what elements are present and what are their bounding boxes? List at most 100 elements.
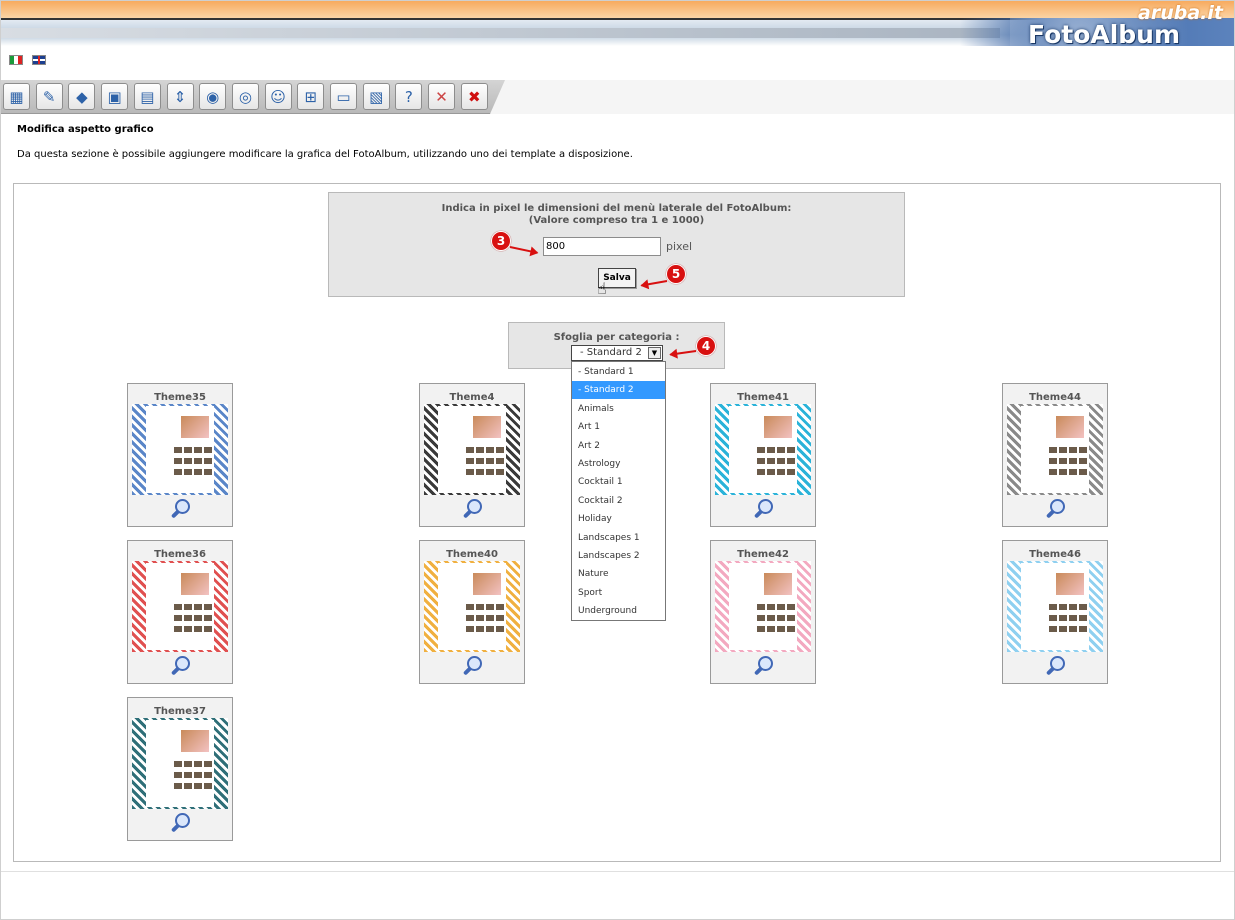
magnifier-icon[interactable] (752, 655, 774, 677)
category-option[interactable]: Holiday (572, 510, 665, 528)
menu-size-input[interactable] (543, 237, 661, 256)
category-option[interactable]: Sport (572, 584, 665, 602)
category-option[interactable]: Art 2 (572, 437, 665, 455)
theme-preview-image[interactable] (715, 404, 811, 495)
category-option[interactable]: Astrology (572, 455, 665, 473)
package-button[interactable]: ▧ (362, 83, 390, 110)
category-label: Sfoglia per categoria : (553, 332, 680, 343)
category-option[interactable]: Nature (572, 565, 665, 583)
preview-thumbnails (173, 603, 217, 636)
theme-name: Theme42 (737, 549, 789, 560)
annotation-marker-4: 4 (696, 336, 716, 356)
theme-card[interactable]: Theme4 (419, 383, 525, 527)
theme-preview-image[interactable] (424, 404, 520, 495)
category-option[interactable]: Art 1 (572, 418, 665, 436)
magnifier-icon[interactable] (1044, 498, 1066, 520)
category-option[interactable]: Cocktail 1 (572, 473, 665, 491)
preview-page (1021, 563, 1089, 650)
monitor-button[interactable]: ▭ (330, 83, 357, 110)
theme-preview-image[interactable] (132, 561, 228, 652)
app-title: FotoAlbum (1028, 20, 1181, 49)
section-description: Da questa sezione è possibile aggiungere… (17, 149, 633, 160)
preview-page (146, 720, 214, 807)
category-option[interactable]: Landscapes 1 (572, 529, 665, 547)
camera-add-button[interactable]: ◉ (199, 83, 227, 110)
theme-card[interactable]: Theme35 (127, 383, 233, 527)
preview-thumbnails (173, 446, 217, 479)
category-option[interactable]: - Standard 2 (572, 381, 665, 400)
calendar-button[interactable]: ▦ (3, 83, 30, 110)
header-banner: aruba.it FotoAlbum (0, 0, 1235, 49)
theme-card[interactable]: Theme37 (127, 697, 233, 841)
chevron-down-icon[interactable]: ▼ (648, 347, 661, 359)
theme-preview-image[interactable] (1007, 404, 1103, 495)
theme-preview-image[interactable] (715, 561, 811, 652)
calendar-icon: ▦ (9, 87, 24, 106)
header-gray-band (0, 28, 1000, 38)
theme-preview-image[interactable] (424, 561, 520, 652)
preview-thumbnails (465, 446, 509, 479)
preview-photo (181, 730, 209, 752)
theme-preview-image[interactable] (132, 404, 228, 495)
monitor-icon: ▭ (336, 87, 351, 106)
magnifier-icon[interactable] (461, 655, 483, 677)
category-option[interactable]: Cocktail 2 (572, 492, 665, 510)
uk-flag-icon[interactable] (32, 55, 46, 65)
tools-button[interactable]: ✕ (428, 83, 456, 110)
theme-card[interactable]: Theme44 (1002, 383, 1108, 527)
theme-card[interactable]: Theme41 (710, 383, 816, 527)
image-add-button[interactable]: ▣ (101, 83, 129, 110)
preview-thumbnails (465, 603, 509, 636)
theme-name: Theme41 (737, 392, 789, 403)
category-selected-value: - Standard 2 (580, 347, 642, 358)
sitemap-button[interactable]: ⊞ (297, 83, 325, 110)
image-edit-button[interactable]: ▤ (133, 83, 161, 110)
preview-photo (473, 573, 501, 595)
magnifier-icon[interactable] (169, 655, 191, 677)
edit-button[interactable]: ✎ (35, 83, 63, 110)
magnifier-icon[interactable] (1044, 655, 1066, 677)
preview-thumbnails (756, 603, 800, 636)
theme-preview-image[interactable] (132, 718, 228, 809)
tools-icon: ✕ (435, 87, 448, 106)
theme-name: Theme40 (446, 549, 498, 560)
preview-photo (181, 573, 209, 595)
category-option[interactable]: Underground (572, 602, 665, 620)
users-button[interactable]: ☺ (264, 83, 292, 110)
theme-card[interactable]: Theme46 (1002, 540, 1108, 684)
hand-cursor-icon: ☝ (597, 279, 607, 298)
magnifier-icon[interactable] (461, 498, 483, 520)
theme-preview-image[interactable] (1007, 561, 1103, 652)
package-icon: ▧ (369, 87, 384, 106)
magnifier-icon[interactable] (169, 498, 191, 520)
italian-flag-icon[interactable] (9, 55, 23, 65)
edit-icon: ✎ (42, 87, 56, 106)
preview-photo (764, 573, 792, 595)
image-edit-icon: ▤ (140, 87, 155, 106)
help-button[interactable]: ? (395, 83, 423, 110)
magnifier-icon[interactable] (169, 812, 191, 834)
preview-photo (1056, 573, 1084, 595)
cancel-button[interactable]: ✖ (460, 83, 488, 110)
category-option[interactable]: Animals (572, 400, 665, 418)
users-icon: ☺ (270, 87, 286, 106)
resize-button[interactable]: ⇕ (166, 83, 194, 110)
footer-divider (0, 871, 1235, 872)
preview-page (729, 563, 797, 650)
magnifier-icon[interactable] (752, 498, 774, 520)
preview-thumbnails (756, 446, 800, 479)
sitemap-icon: ⊞ (304, 87, 318, 106)
category-option[interactable]: - Standard 1 (572, 363, 665, 381)
theme-name: Theme4 (449, 392, 495, 403)
eraser-button[interactable]: ◆ (68, 83, 96, 110)
theme-card[interactable]: Theme40 (419, 540, 525, 684)
theme-card[interactable]: Theme36 (127, 540, 233, 684)
category-option[interactable]: Landscapes 2 (572, 547, 665, 565)
preview-photo (764, 416, 792, 438)
preview-page (1021, 406, 1089, 493)
header-orange-band (0, 0, 1235, 18)
preview-photo (1056, 416, 1084, 438)
camera-edit-button[interactable]: ◎ (231, 83, 259, 110)
theme-card[interactable]: Theme42 (710, 540, 816, 684)
category-select[interactable]: - Standard 2 ▼ (571, 345, 663, 361)
